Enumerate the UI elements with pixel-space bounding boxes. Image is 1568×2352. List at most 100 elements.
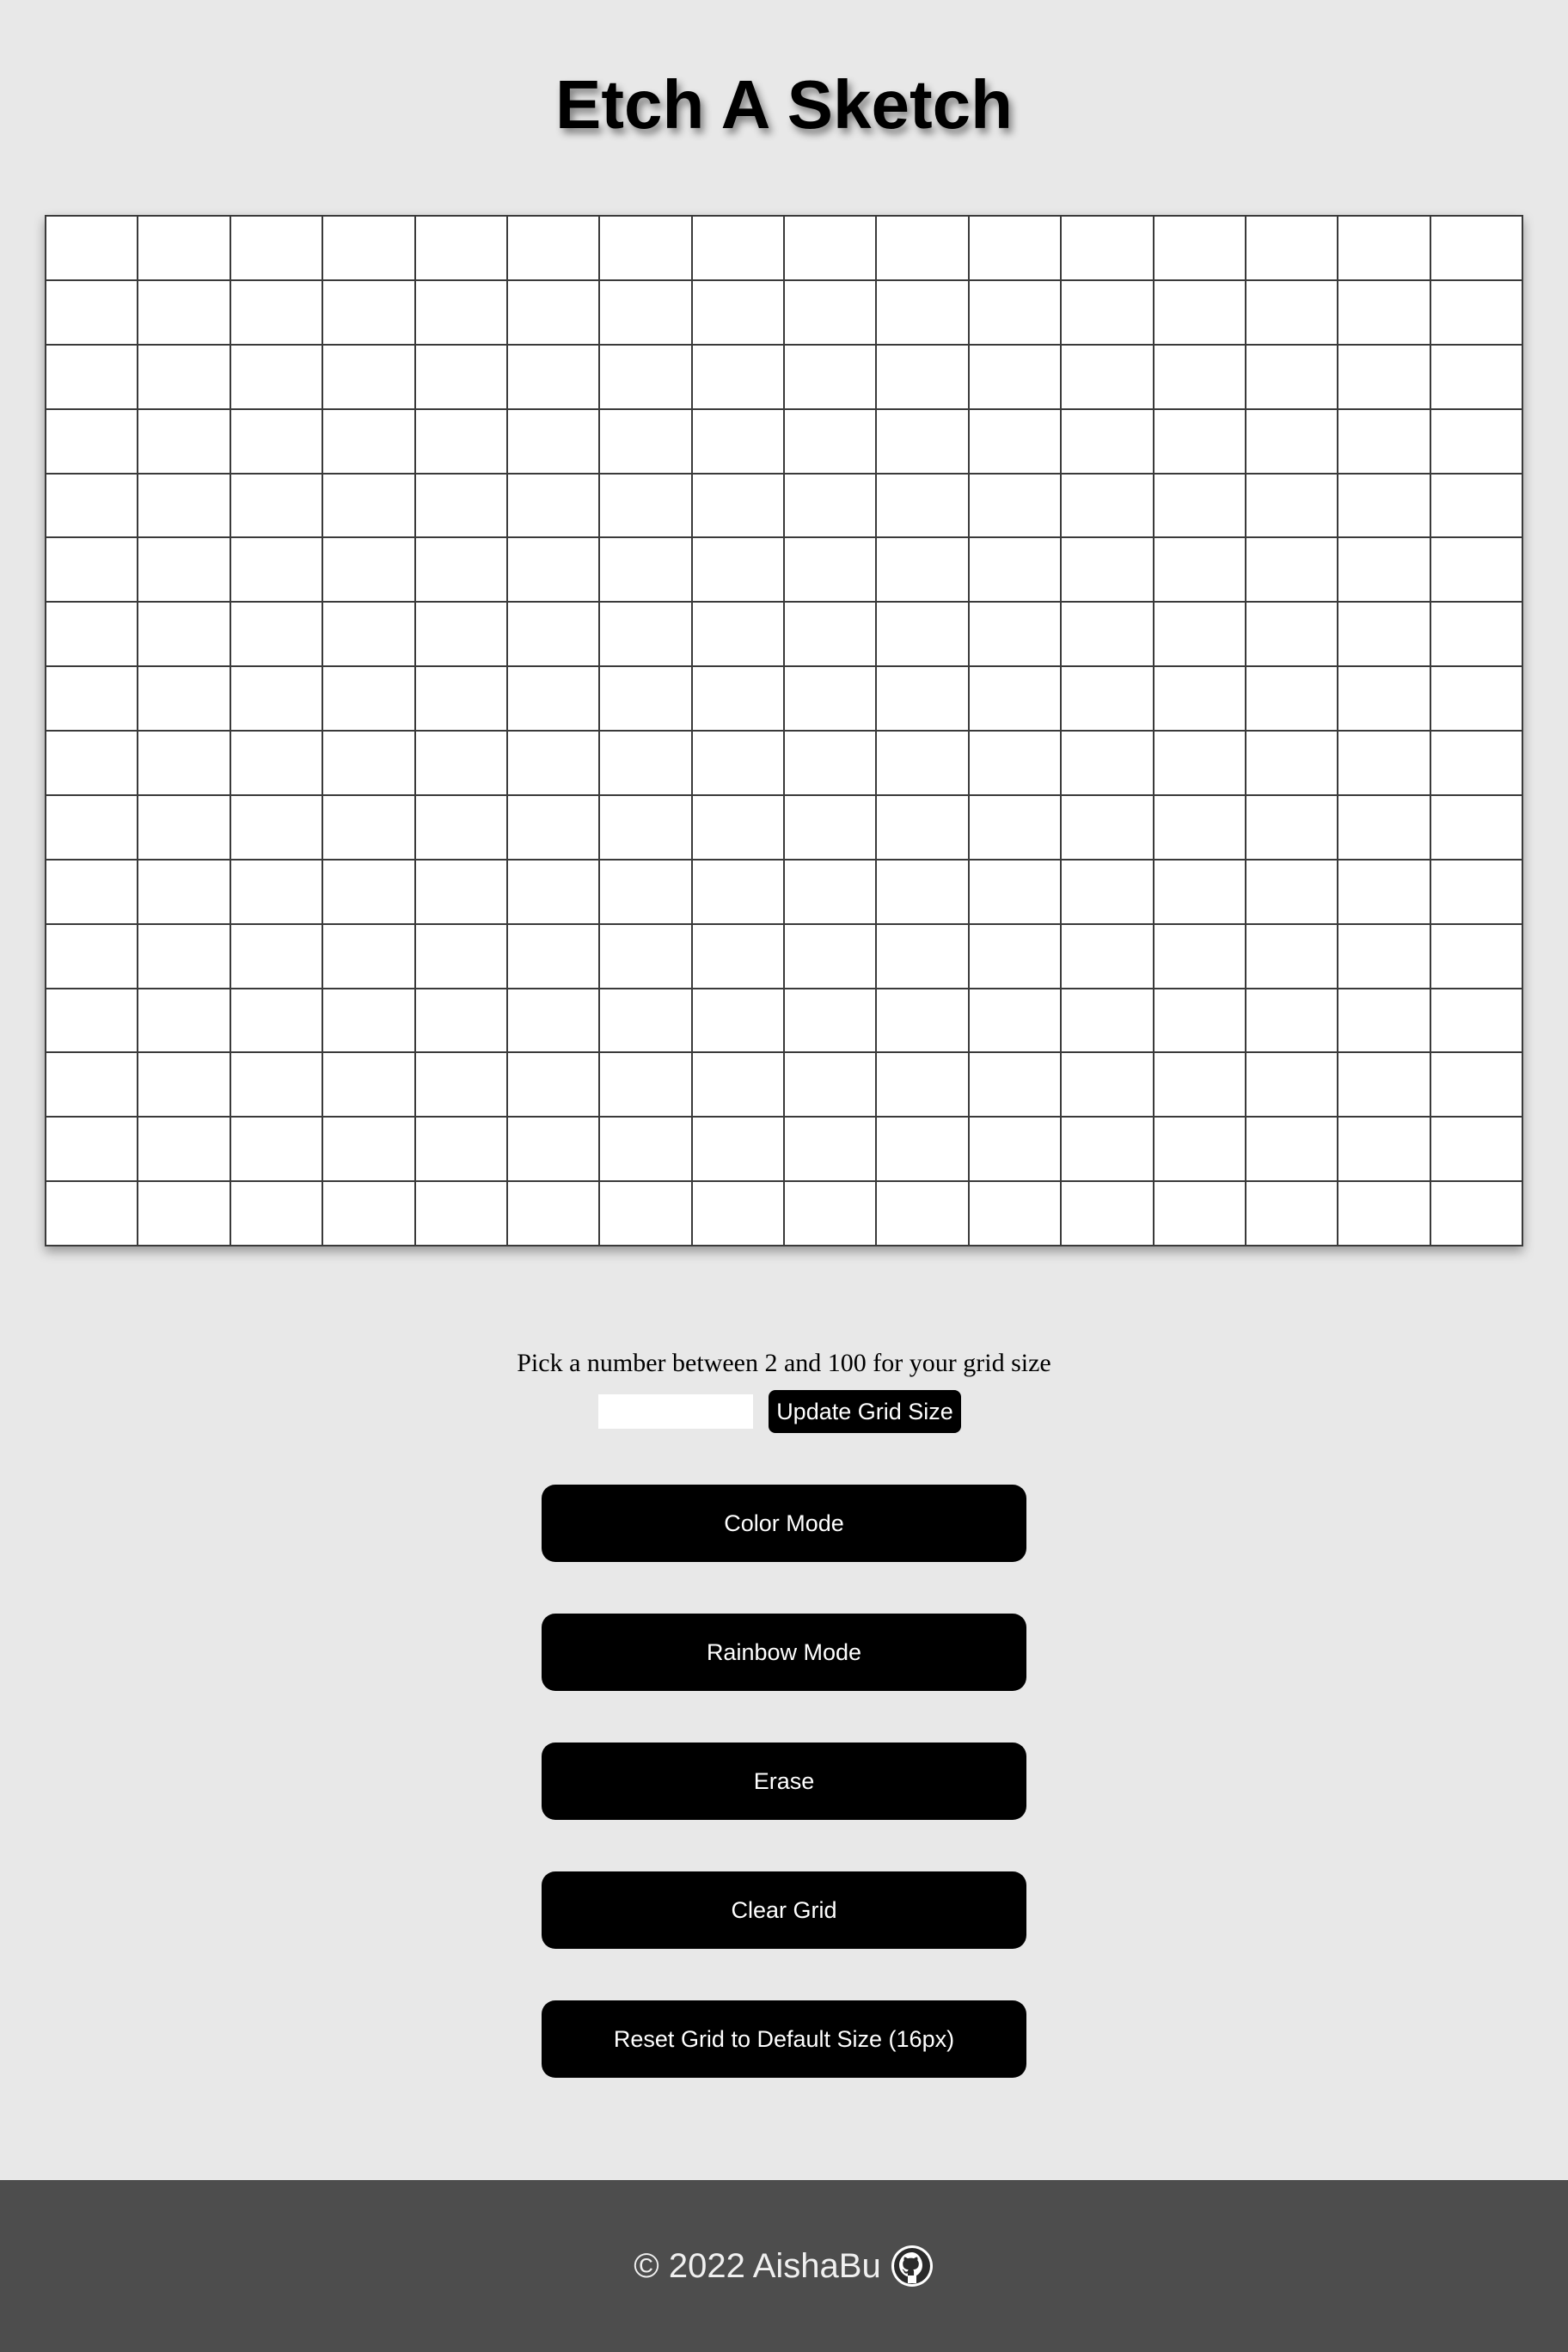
grid-cell[interactable] xyxy=(414,731,507,795)
grid-cell[interactable] xyxy=(968,216,1062,280)
grid-cell[interactable] xyxy=(46,794,138,860)
grid-cell[interactable] xyxy=(968,537,1062,603)
grid-cell[interactable] xyxy=(46,1181,138,1246)
grid-cell[interactable] xyxy=(1338,602,1430,667)
grid-cell[interactable] xyxy=(1430,1181,1522,1246)
grid-cell[interactable] xyxy=(1338,923,1430,989)
grid-cell[interactable] xyxy=(691,1181,784,1246)
grid-cell[interactable] xyxy=(1245,602,1338,667)
grid-cell[interactable] xyxy=(506,537,600,603)
grid-cell[interactable] xyxy=(1153,988,1246,1053)
grid-cell[interactable] xyxy=(968,408,1062,474)
grid-cell[interactable] xyxy=(691,923,784,989)
grid-cell[interactable] xyxy=(414,602,507,667)
grid-cell[interactable] xyxy=(1153,666,1246,731)
grid-cell[interactable] xyxy=(414,473,507,538)
github-icon[interactable] xyxy=(890,2244,934,2288)
color-mode-button[interactable]: Color Mode xyxy=(542,1485,1026,1562)
grid-cell[interactable] xyxy=(876,988,969,1053)
grid-cell[interactable] xyxy=(1338,859,1430,924)
grid-cell[interactable] xyxy=(1430,859,1522,924)
grid-cell[interactable] xyxy=(968,859,1062,924)
grid-cell[interactable] xyxy=(322,344,415,409)
grid-cell[interactable] xyxy=(599,537,692,603)
grid-cell[interactable] xyxy=(968,473,1062,538)
grid-cell[interactable] xyxy=(138,1052,230,1118)
grid-cell[interactable] xyxy=(1153,602,1246,667)
grid-cell[interactable] xyxy=(691,794,784,860)
grid-cell[interactable] xyxy=(138,1181,230,1246)
grid-cell[interactable] xyxy=(1061,1181,1154,1246)
grid-cell[interactable] xyxy=(876,731,969,795)
grid-cell[interactable] xyxy=(876,1052,969,1118)
grid-cell[interactable] xyxy=(46,279,138,345)
grid-cell[interactable] xyxy=(1430,279,1522,345)
grid-cell[interactable] xyxy=(1430,473,1522,538)
grid-cell[interactable] xyxy=(599,1117,692,1182)
grid-cell[interactable] xyxy=(1338,537,1430,603)
grid-cell[interactable] xyxy=(46,216,138,280)
grid-cell[interactable] xyxy=(138,537,230,603)
grid-cell[interactable] xyxy=(1245,1117,1338,1182)
grid-cell[interactable] xyxy=(1430,408,1522,474)
grid-cell[interactable] xyxy=(968,731,1062,795)
grid-cell[interactable] xyxy=(506,794,600,860)
grid-cell[interactable] xyxy=(230,666,323,731)
grid-cell[interactable] xyxy=(46,408,138,474)
grid-cell[interactable] xyxy=(599,794,692,860)
grid-cell[interactable] xyxy=(1061,473,1154,538)
grid-cell[interactable] xyxy=(46,473,138,538)
grid-cell[interactable] xyxy=(322,408,415,474)
grid-cell[interactable] xyxy=(230,988,323,1053)
clear-grid-button[interactable]: Clear Grid xyxy=(542,1871,1026,1949)
grid-cell[interactable] xyxy=(599,923,692,989)
grid-cell[interactable] xyxy=(599,408,692,474)
grid-cell[interactable] xyxy=(1061,988,1154,1053)
grid-cell[interactable] xyxy=(599,279,692,345)
grid-cell[interactable] xyxy=(968,923,1062,989)
grid-cell[interactable] xyxy=(1245,794,1338,860)
grid-cell[interactable] xyxy=(691,216,784,280)
grid-cell[interactable] xyxy=(138,344,230,409)
grid-cell[interactable] xyxy=(1338,794,1430,860)
grid-cell[interactable] xyxy=(322,923,415,989)
grid-cell[interactable] xyxy=(506,988,600,1053)
grid-cell[interactable] xyxy=(1153,1052,1246,1118)
grid-cell[interactable] xyxy=(506,731,600,795)
grid-cell[interactable] xyxy=(876,1181,969,1246)
grid-cell[interactable] xyxy=(1061,602,1154,667)
grid-cell[interactable] xyxy=(1338,408,1430,474)
grid-cell[interactable] xyxy=(1430,731,1522,795)
grid-cell[interactable] xyxy=(414,923,507,989)
grid-cell[interactable] xyxy=(1338,279,1430,345)
grid-cell[interactable] xyxy=(46,602,138,667)
grid-cell[interactable] xyxy=(968,1052,1062,1118)
grid-cell[interactable] xyxy=(1245,1052,1338,1118)
grid-cell[interactable] xyxy=(599,344,692,409)
grid-cell[interactable] xyxy=(506,859,600,924)
grid-cell[interactable] xyxy=(784,988,877,1053)
grid-cell[interactable] xyxy=(1245,408,1338,474)
grid-cell[interactable] xyxy=(46,1117,138,1182)
grid-cell[interactable] xyxy=(1153,537,1246,603)
grid-cell[interactable] xyxy=(876,794,969,860)
grid-cell[interactable] xyxy=(1153,279,1246,345)
grid-cell[interactable] xyxy=(1061,344,1154,409)
grid-cell[interactable] xyxy=(46,537,138,603)
grid-cell[interactable] xyxy=(599,473,692,538)
grid-cell[interactable] xyxy=(1430,923,1522,989)
grid-cell[interactable] xyxy=(599,666,692,731)
grid-cell[interactable] xyxy=(506,1117,600,1182)
grid-cell[interactable] xyxy=(1245,216,1338,280)
grid-cell[interactable] xyxy=(138,408,230,474)
grid-cell[interactable] xyxy=(968,279,1062,345)
grid-cell[interactable] xyxy=(138,923,230,989)
grid-cell[interactable] xyxy=(138,279,230,345)
grid-cell[interactable] xyxy=(876,923,969,989)
update-grid-size-button[interactable]: Update Grid Size xyxy=(769,1390,961,1433)
grid-cell[interactable] xyxy=(414,1117,507,1182)
grid-cell[interactable] xyxy=(1430,602,1522,667)
grid-cell[interactable] xyxy=(230,923,323,989)
grid-cell[interactable] xyxy=(1338,344,1430,409)
grid-cell[interactable] xyxy=(138,1117,230,1182)
